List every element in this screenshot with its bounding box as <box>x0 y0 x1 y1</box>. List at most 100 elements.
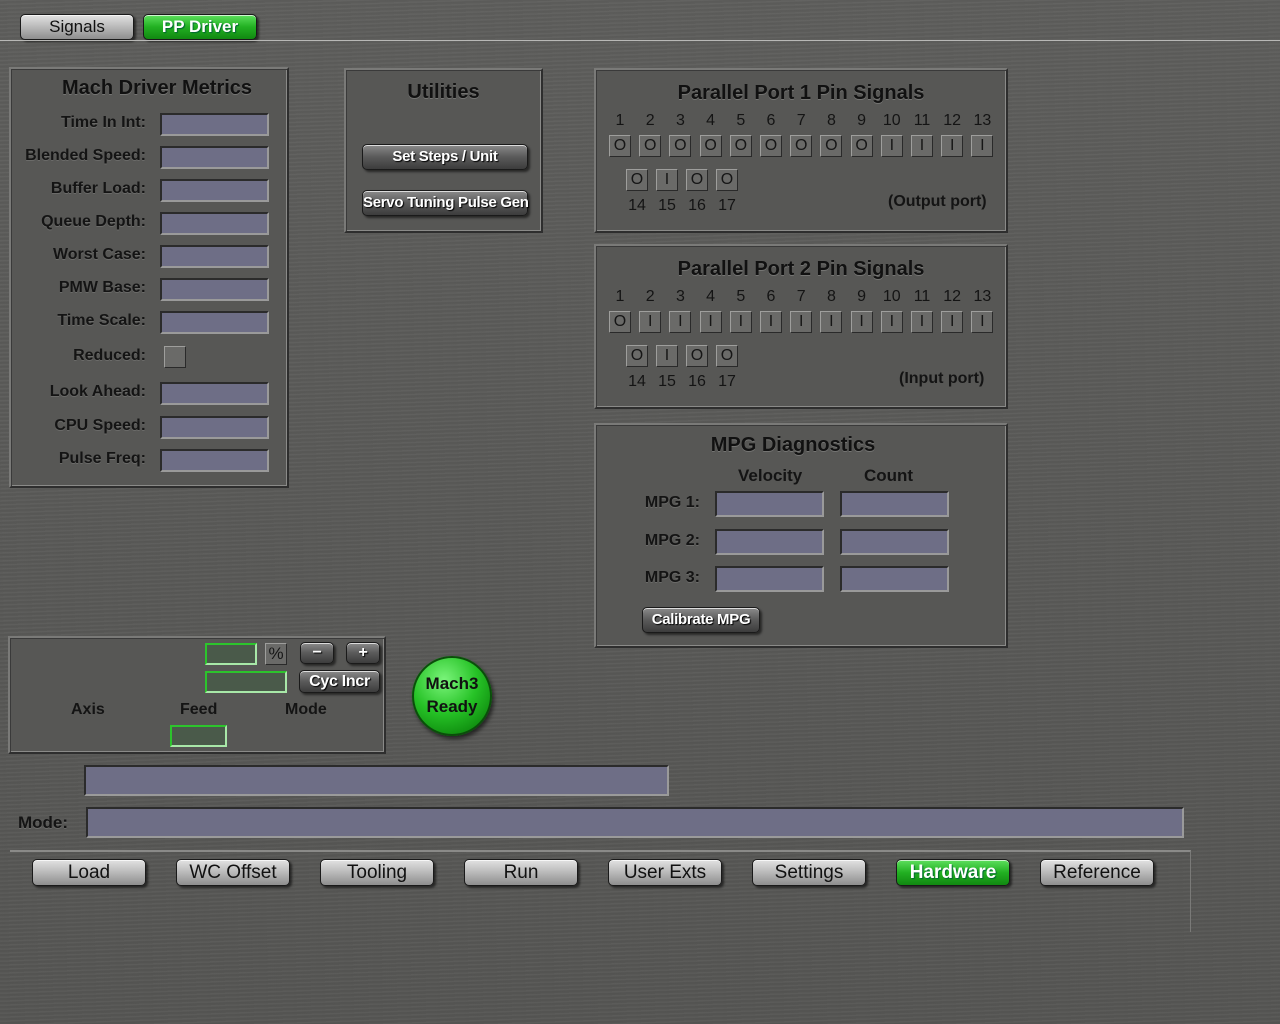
pp1-pin-number: 15 <box>658 197 676 214</box>
metric-label-pulse-freq: Pulse Freq: <box>58 450 146 467</box>
feed-field[interactable] <box>170 725 227 747</box>
mach3-ready-button[interactable]: Mach3 Ready <box>412 656 492 736</box>
pp2-pin-number: 17 <box>718 373 736 390</box>
cyc-incr-field[interactable] <box>205 671 287 693</box>
message-bar <box>84 765 669 796</box>
pp1-pin-number: 16 <box>688 197 706 214</box>
pp1-pin-indicator: O <box>699 135 722 157</box>
jog-minus-button[interactable]: − <box>300 642 334 664</box>
calibrate-mpg-button[interactable]: Calibrate MPG <box>642 607 760 633</box>
pp2-pin-number: 13 <box>973 288 992 305</box>
metric-label-time-scale: Time Scale: <box>57 312 146 329</box>
bottom-tab-hardware[interactable]: Hardware <box>896 859 1010 886</box>
metric-field-buffer-load <box>160 179 269 202</box>
bottom-tab-run[interactable]: Run <box>464 859 578 886</box>
servo-tuning-button[interactable]: Servo Tuning Pulse Gen <box>362 190 529 216</box>
mpg2-count-field <box>840 529 949 555</box>
bottom-tab-tooling[interactable]: Tooling <box>320 859 434 886</box>
pp1-pin-indicator: I <box>911 135 933 157</box>
pp1-pin-number: 14 <box>628 197 646 214</box>
minus-icon: − <box>312 644 322 661</box>
pp1-pin-number: 11 <box>913 112 931 129</box>
mode-label: Mode <box>285 701 327 718</box>
metric-label-worst-case: Worst Case: <box>52 246 146 263</box>
metric-field-time-in-int <box>160 113 269 136</box>
top-tab-signals-label: Signals <box>49 17 105 36</box>
pp1-title: Parallel Port 1 Pin Signals <box>677 82 925 104</box>
bottom-tab-user-exts[interactable]: User Exts <box>608 859 722 886</box>
pp2-pin-number: 15 <box>658 373 676 390</box>
mpg1-count-field <box>840 491 949 517</box>
pp1-pin-number: 9 <box>857 112 867 129</box>
pp1-note: (Output port) <box>888 193 987 210</box>
metric-field-blended-speed <box>160 146 269 169</box>
metric-label-cpu-speed: CPU Speed: <box>54 417 146 434</box>
pp2-pin-indicator: O <box>626 345 648 367</box>
bottom-tab-load-label: Load <box>67 862 111 883</box>
bottom-tab-user-exts-label: User Exts <box>623 862 707 883</box>
metrics-title: Mach Driver Metrics <box>61 77 253 99</box>
pp2-pin-indicator: I <box>850 311 873 333</box>
pp2-pin-indicator: I <box>699 311 722 333</box>
bottom-tab-wc-offset[interactable]: WC Offset <box>176 859 290 886</box>
metric-label-time-in-int: Time In Int: <box>60 114 146 131</box>
mpg1-velocity-field <box>715 491 824 517</box>
metric-field-worst-case <box>160 245 269 268</box>
metric-label-pmw-base: PMW Base: <box>58 279 146 296</box>
pp2-pin-number: 3 <box>675 288 685 305</box>
cyc-incr-label: Cyc Incr <box>309 673 370 690</box>
set-steps-button[interactable]: Set Steps / Unit <box>362 144 528 170</box>
metric-label-look-ahead: Look Ahead: <box>49 383 146 400</box>
pp1-pin-number: 2 <box>645 112 655 129</box>
mach3-ready-line2: Ready <box>426 697 478 716</box>
pp1-pin-indicator: O <box>729 135 752 157</box>
pp1-pin-number: 7 <box>796 112 806 129</box>
mpg-count-header: Count <box>864 466 914 485</box>
metric-field-cpu-speed <box>160 416 269 439</box>
mpg2-velocity-field <box>715 529 824 555</box>
pp2-pin-number: 2 <box>645 288 655 305</box>
top-divider <box>0 40 1280 41</box>
set-steps-label: Set Steps / Unit <box>392 148 498 165</box>
jog-percent-field[interactable] <box>205 643 257 665</box>
mpg3-velocity-field <box>715 566 824 592</box>
pp1-pin-indicator: O <box>820 135 843 157</box>
pp1-pin-number: 17 <box>718 197 736 214</box>
pp1-pin-indicator: O <box>669 135 692 157</box>
pp1-pin-number: 6 <box>766 112 776 129</box>
pp1-pin-indicator: O <box>850 135 873 157</box>
pp1-pin-indicator: O <box>716 169 738 191</box>
metric-field-pmw-base <box>160 278 269 301</box>
mpg2-label: MPG 2: <box>644 532 700 549</box>
metric-label-blended-speed: Blended Speed: <box>25 147 146 164</box>
pp2-pin-indicator: I <box>760 311 782 333</box>
bottom-tab-settings[interactable]: Settings <box>752 859 866 886</box>
pp2-title: Parallel Port 2 Pin Signals <box>677 258 925 280</box>
pp2-pin-number: 4 <box>706 288 716 305</box>
pp1-pin-number: 1 <box>615 112 625 129</box>
jog-plus-button[interactable]: + <box>346 642 380 664</box>
pp1-pin-number: 13 <box>973 112 992 129</box>
pp2-pin-indicator: I <box>880 311 903 333</box>
pp1-pin-indicator: O <box>626 169 648 191</box>
metric-field-pulse-freq <box>160 449 269 472</box>
pp2-pin-number: 14 <box>628 373 646 390</box>
bottom-tab-reference[interactable]: Reference <box>1040 859 1154 886</box>
pp2-pin-number: 10 <box>882 288 901 305</box>
mach3-ready-line1: Mach3 <box>425 674 479 693</box>
pp1-pin-indicator: O <box>686 169 708 191</box>
cyc-incr-button[interactable]: Cyc Incr <box>299 670 380 693</box>
bottom-tab-tooling-label: Tooling <box>346 862 408 883</box>
metric-field-queue-depth <box>160 212 269 235</box>
pp2-pin-indicator: O <box>686 345 708 367</box>
top-tab-signals[interactable]: Signals <box>20 14 134 40</box>
metric-field-look-ahead <box>160 382 269 405</box>
axis-label: Axis <box>71 701 105 718</box>
top-tab-pp-driver[interactable]: PP Driver <box>143 14 257 40</box>
mode-status-field <box>86 807 1184 838</box>
mpg3-count-field <box>840 566 949 592</box>
pp1-pin-number: 10 <box>882 112 901 129</box>
pp2-pin-number: 12 <box>943 288 962 305</box>
bottom-tab-load[interactable]: Load <box>32 859 146 886</box>
pp1-pin-indicator: I <box>656 169 678 191</box>
